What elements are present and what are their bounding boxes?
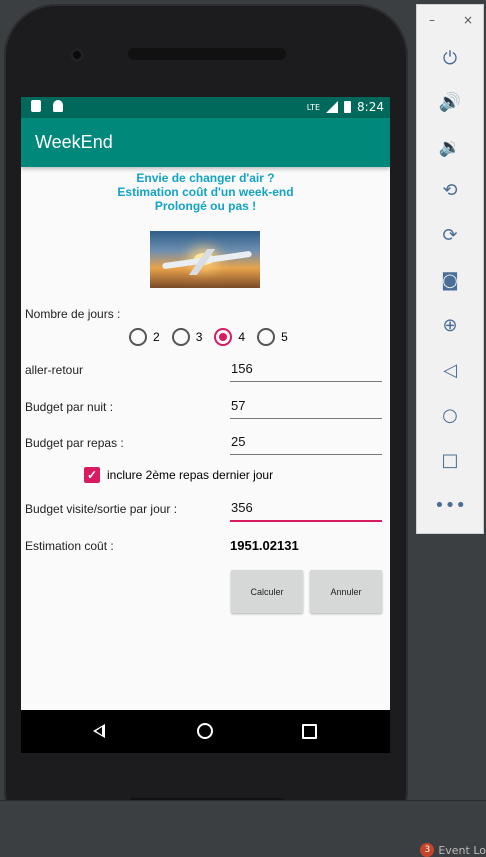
status-time: 8:24 xyxy=(357,100,384,114)
overview-control-icon[interactable]: □ xyxy=(435,445,465,475)
checkbox-label: inclure 2ème repas dernier jour xyxy=(107,468,274,482)
second-meal-checkbox[interactable]: ✓ inclure 2ème repas dernier jour xyxy=(84,467,273,483)
budget-repas-input[interactable]: 25 xyxy=(230,432,382,455)
checkbox-checked-icon[interactable]: ✓ xyxy=(84,467,100,483)
budget-repas-value: 25 xyxy=(231,434,246,449)
estimation-value: 1951.02131 xyxy=(230,538,299,553)
headline-line3: Prolongé ou pas ! xyxy=(154,199,257,213)
annuler-button[interactable]: Annuler xyxy=(310,570,382,613)
signal-icon xyxy=(326,101,339,113)
emulator-controls: – × ⏻ 🔊 🔉 ⟲ ⟳ ◙ ⊕ ◁ ○ □ ••• xyxy=(416,4,484,534)
camera-screenshot-icon[interactable]: ◙ xyxy=(435,265,465,295)
aller-retour-value: 156 xyxy=(231,361,253,376)
home-icon[interactable] xyxy=(197,723,213,739)
back-control-icon[interactable]: ◁ xyxy=(435,355,465,385)
app-screen: LTE 8:24 WeekEnd Envie de changer d'air … xyxy=(21,97,390,753)
minimize-icon[interactable]: – xyxy=(429,13,435,27)
radio-5[interactable]: 5 xyxy=(257,328,288,346)
radio-4[interactable]: 4 xyxy=(214,328,245,346)
power-icon[interactable]: ⏻ xyxy=(435,43,465,73)
radio-3[interactable]: 3 xyxy=(171,328,203,346)
radio-label: 4 xyxy=(238,330,246,344)
home-control-icon[interactable]: ○ xyxy=(435,400,465,430)
app-title: WeekEnd xyxy=(35,132,113,152)
sd-card-icon xyxy=(31,100,41,112)
radio-circle[interactable] xyxy=(257,328,276,346)
radio-label: 2 xyxy=(153,330,160,344)
estimation-label: Estimation coût : xyxy=(25,539,114,553)
top-speaker xyxy=(128,48,286,60)
app-bar: WeekEnd xyxy=(21,118,390,167)
days-radio-group: 2 3 4 5 xyxy=(129,328,288,346)
budget-nuit-label: Budget par nuit : xyxy=(25,400,114,414)
ide-footer: 3 Event Lo xyxy=(0,800,486,857)
budget-visite-label: Budget visite/sortie par jour : xyxy=(25,502,178,516)
volume-up-icon[interactable]: 🔊 xyxy=(435,87,465,117)
days-label: Nombre de jours : xyxy=(25,307,121,321)
headline: Envie de changer d'air ? Estimation coût… xyxy=(21,171,390,213)
close-icon[interactable]: × xyxy=(463,13,473,27)
rotate-right-icon[interactable]: ⟳ xyxy=(435,220,465,250)
volume-down-icon[interactable]: 🔉 xyxy=(435,132,465,162)
airplane-image xyxy=(150,231,260,288)
budget-nuit-input[interactable]: 57 xyxy=(230,396,382,419)
budget-visite-value: 356 xyxy=(231,500,253,515)
more-icon[interactable]: ••• xyxy=(434,490,466,520)
rotate-left-icon[interactable]: ⟲ xyxy=(435,175,465,205)
radio-2[interactable]: 2 xyxy=(129,328,160,346)
camera-icon xyxy=(70,48,84,62)
recents-icon[interactable] xyxy=(302,724,317,739)
status-bar: LTE 8:24 xyxy=(21,97,390,118)
aller-retour-label: aller-retour xyxy=(25,363,84,377)
budget-repas-label: Budget par repas : xyxy=(25,436,124,450)
budget-nuit-value: 57 xyxy=(231,398,246,413)
navigation-bar xyxy=(21,710,390,753)
budget-visite-input[interactable]: 356 xyxy=(230,498,382,522)
radio-circle[interactable] xyxy=(214,328,233,346)
radio-label: 5 xyxy=(281,330,288,344)
network-type: LTE xyxy=(306,102,321,112)
android-icon xyxy=(53,100,63,112)
headline-line1: Envie de changer d'air ? xyxy=(136,171,275,185)
headline-line2: Estimation coût d'un week-end xyxy=(117,185,294,199)
radio-label: 3 xyxy=(195,330,203,344)
zoom-icon[interactable]: ⊕ xyxy=(435,310,465,340)
radio-circle[interactable] xyxy=(171,328,190,346)
radio-circle[interactable] xyxy=(129,328,147,346)
aller-retour-input[interactable]: 156 xyxy=(230,359,382,382)
battery-icon xyxy=(344,101,352,113)
back-icon[interactable] xyxy=(93,724,105,738)
calculer-button[interactable]: Calculer xyxy=(231,570,303,613)
